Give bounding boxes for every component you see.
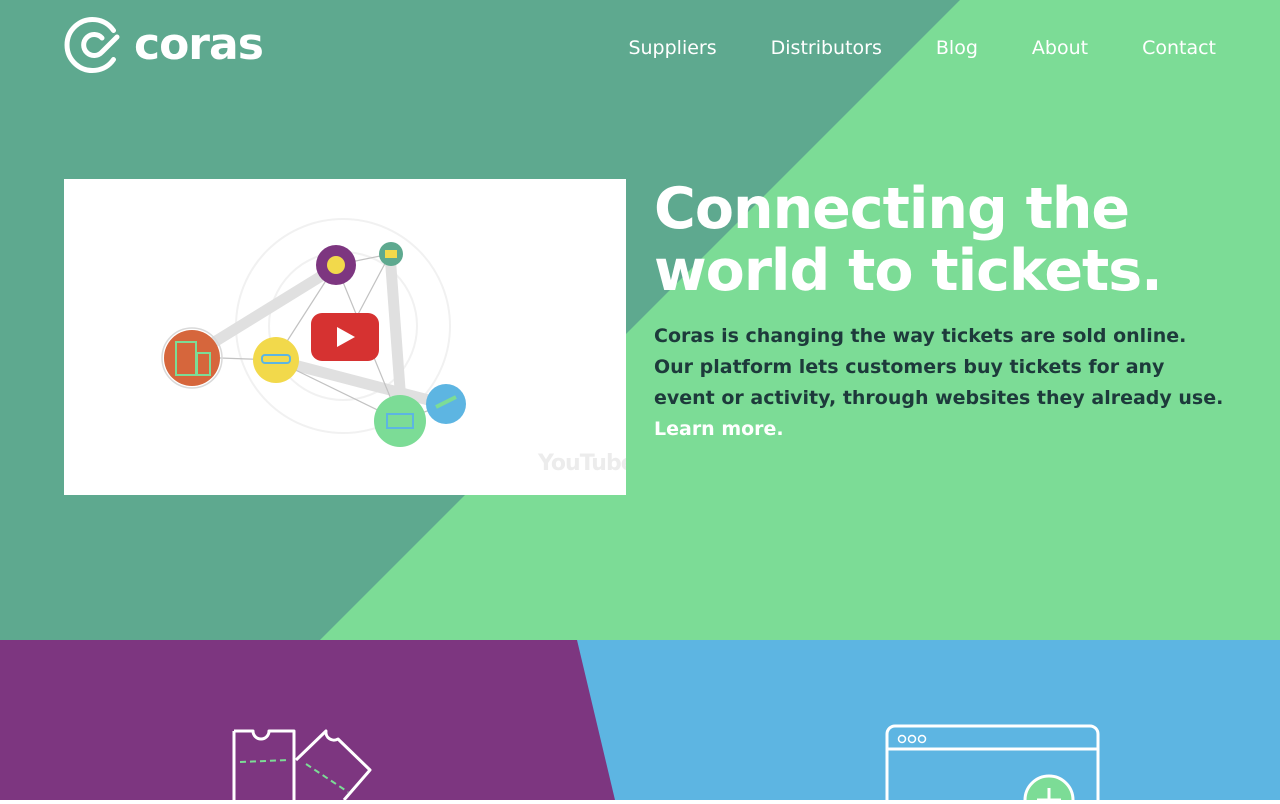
video-embed[interactable]: YouTube — [64, 179, 626, 495]
nav-contact[interactable]: Contact — [1142, 36, 1216, 60]
play-button[interactable] — [311, 313, 379, 361]
nav-suppliers[interactable]: Suppliers — [628, 36, 716, 60]
features-graphics — [0, 640, 1280, 804]
nav-blog[interactable]: Blog — [936, 36, 978, 60]
hero-description: Coras is changing the way tickets are so… — [654, 321, 1224, 445]
features-section — [0, 640, 1280, 804]
hero-section: coras Suppliers Distributors Blog About … — [0, 0, 1280, 640]
hero-headline-line2: world to tickets. — [654, 238, 1163, 304]
purple-panel — [0, 640, 615, 800]
hero-headline: Connecting the world to tickets. — [654, 178, 1254, 302]
brand-logo[interactable]: coras — [64, 16, 264, 74]
hero-description-text: Coras is changing the way tickets are so… — [654, 325, 1224, 409]
main-nav: Suppliers Distributors Blog About Contac… — [628, 36, 1216, 60]
nav-distributors[interactable]: Distributors — [771, 36, 882, 60]
coras-logo-icon — [64, 17, 120, 73]
brand-name: coras — [134, 19, 264, 70]
learn-more-link[interactable]: Learn more. — [654, 418, 784, 440]
play-icon — [311, 313, 379, 361]
youtube-watermark: YouTube — [538, 451, 626, 476]
hero-headline-line1: Connecting the — [654, 176, 1130, 242]
nav-about[interactable]: About — [1032, 36, 1088, 60]
